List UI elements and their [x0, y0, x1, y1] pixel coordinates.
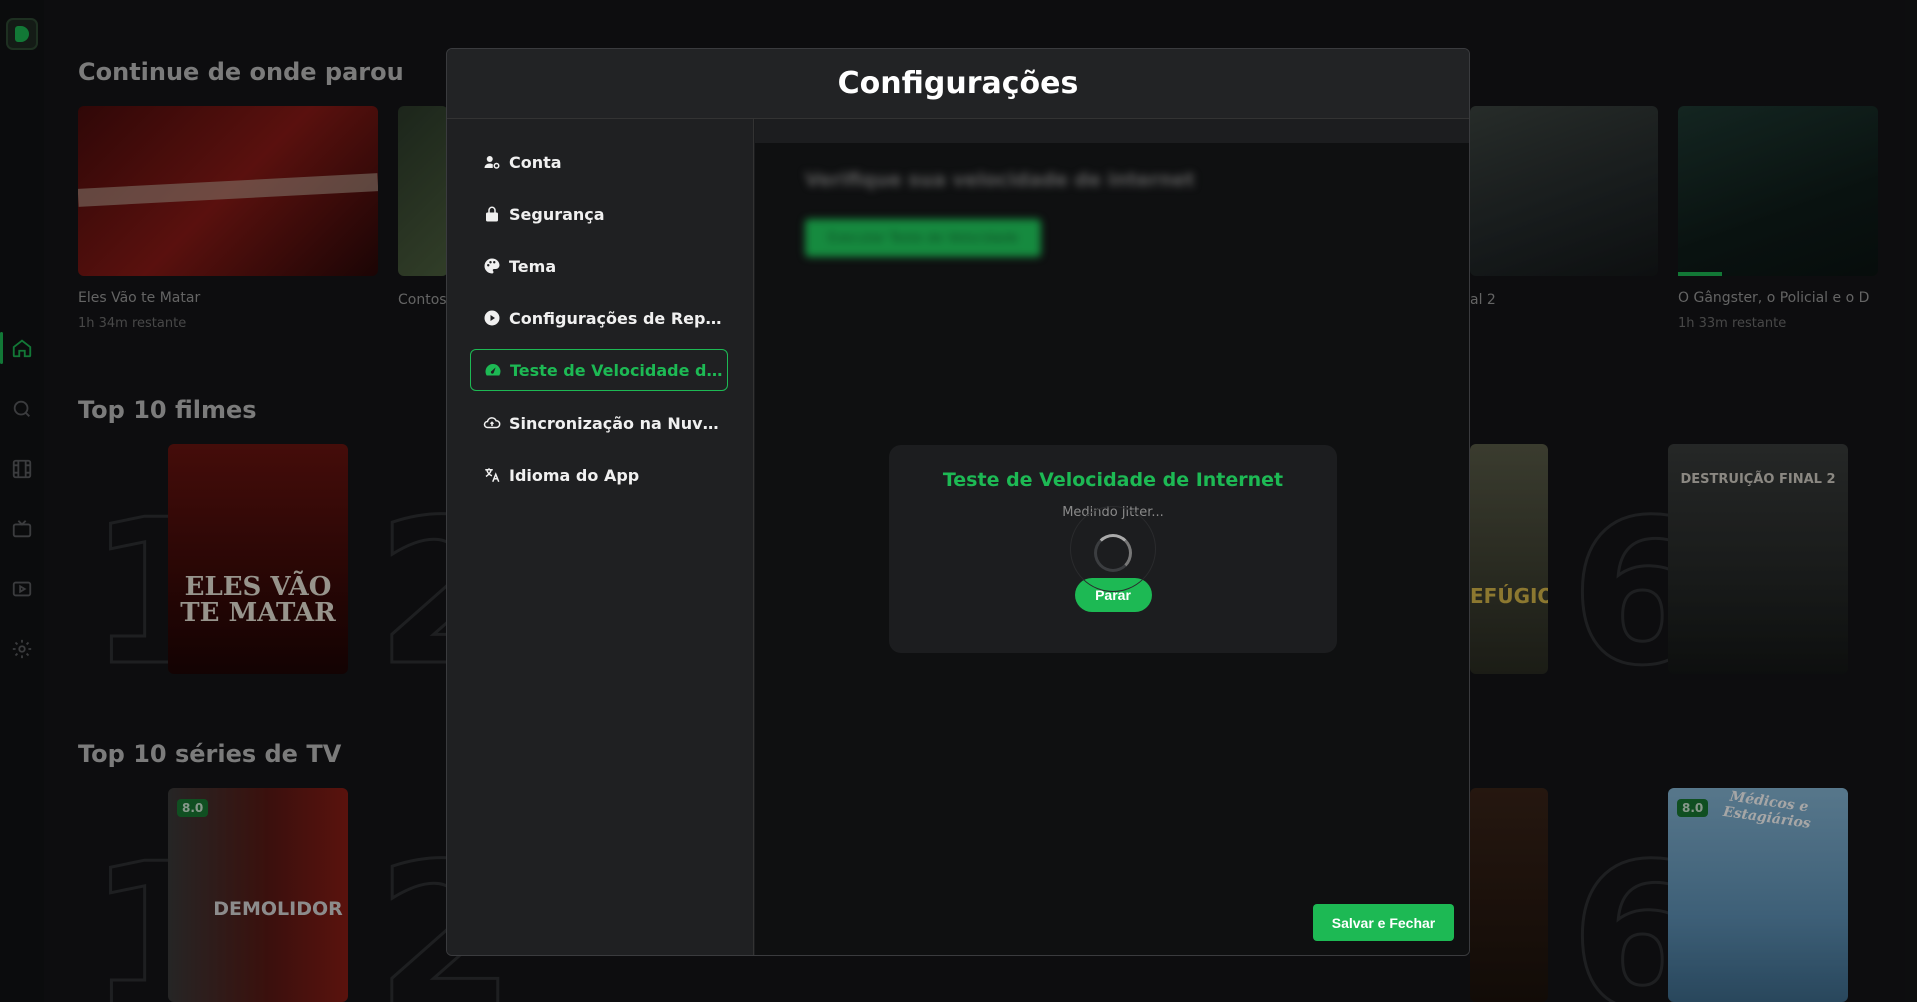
nav-item-label: Configurações de Repro...	[509, 308, 727, 328]
nav-item-conta[interactable]: Conta	[470, 141, 728, 183]
nav-item-label: Conta	[509, 152, 562, 172]
nav-item-label: Idioma do App	[509, 465, 640, 485]
modal-title: Configurações	[837, 66, 1079, 101]
nav-item-seguranca[interactable]: Segurança	[470, 193, 728, 235]
app-root: Continue de onde parou Eles Vão te Matar…	[0, 0, 1917, 1002]
speed-test-card: Teste de Velocidade de Internet Medindo …	[889, 445, 1337, 653]
gauge-icon	[483, 360, 503, 380]
speed-test-heading: Verifique sua velocidade de internet	[805, 169, 1195, 191]
run-speed-test-button: Executar Teste de Velocidade	[805, 219, 1041, 257]
speed-test-gauge	[1070, 506, 1156, 592]
speed-test-title: Teste de Velocidade de Internet	[942, 469, 1284, 491]
nav-item-teste-velocidade[interactable]: Teste de Velocidade de ...	[470, 349, 728, 391]
nav-item-label: Teste de Velocidade de ...	[510, 360, 727, 380]
lock-icon	[482, 204, 502, 224]
settings-sidebar: Conta Segurança Tema Configurações de Re…	[447, 119, 754, 955]
content-top-strip	[755, 119, 1469, 143]
cloud-sync-icon	[482, 413, 502, 433]
nav-item-label: Sincronização na Nuvem	[509, 413, 727, 433]
user-gear-icon	[482, 152, 502, 172]
modal-header: Configurações	[447, 49, 1469, 119]
settings-content: Verifique sua velocidade de internet Exe…	[755, 119, 1469, 955]
nav-item-label: Tema	[509, 256, 557, 276]
nav-item-configuracoes-reproducao[interactable]: Configurações de Repro...	[470, 297, 728, 339]
nav-item-sincronizacao-nuvem[interactable]: Sincronização na Nuvem	[470, 402, 728, 444]
nav-item-idioma-app[interactable]: Idioma do App	[470, 454, 728, 496]
translate-icon	[482, 465, 502, 485]
play-circle-icon	[482, 308, 502, 328]
settings-modal: Configurações Conta Segurança Tema Confi…	[446, 48, 1470, 956]
palette-icon	[482, 256, 502, 276]
nav-item-label: Segurança	[509, 204, 605, 224]
nav-item-tema[interactable]: Tema	[470, 245, 728, 287]
loading-spinner-icon	[1094, 534, 1132, 572]
save-and-close-button[interactable]: Salvar e Fechar	[1313, 904, 1454, 941]
